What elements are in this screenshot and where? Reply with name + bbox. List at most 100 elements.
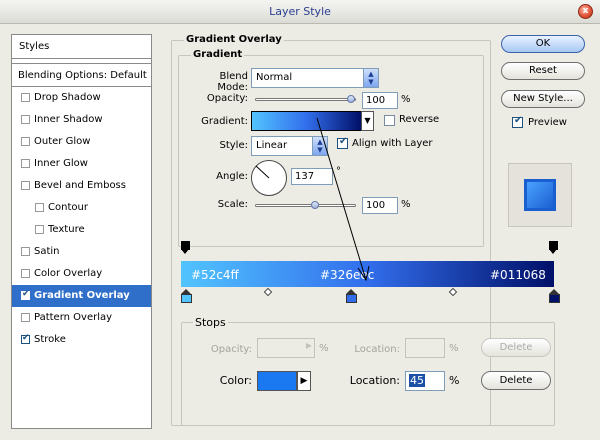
opacity-label: Opacity:: [206, 93, 248, 104]
style-item-outer-glow[interactable]: Outer Glow: [12, 131, 151, 153]
opacity-delete-button[interactable]: Delete: [481, 338, 551, 357]
color-stop-left[interactable]: [181, 289, 192, 303]
style-item-checkbox[interactable]: [21, 93, 30, 102]
preview-checkbox[interactable]: [512, 115, 523, 128]
style-item-texture[interactable]: Texture: [12, 219, 151, 241]
preview-label: Preview: [528, 117, 567, 128]
color-location-value: 45: [409, 374, 425, 387]
stop-location-unit: %: [449, 343, 459, 354]
style-item-color-overlay[interactable]: Color Overlay: [12, 263, 151, 285]
gradient-bar[interactable]: #52c4ff #326eec #011068: [181, 261, 554, 287]
style-item-checkbox[interactable]: [21, 333, 30, 344]
color-location-unit: %: [449, 374, 460, 387]
gradient-swatch[interactable]: [251, 111, 362, 131]
style-item-label: Contour: [48, 202, 88, 213]
style-item-checkbox[interactable]: [21, 159, 30, 168]
angle-unit: °: [336, 166, 341, 177]
opacity-stop-left[interactable]: [181, 241, 190, 254]
style-item-drop-shadow[interactable]: Drop Shadow: [12, 87, 151, 109]
gradient-stop-mid-label: #326eec: [320, 268, 375, 282]
align-with-layer-label: Align with Layer: [352, 138, 433, 149]
color-stop-mid[interactable]: [346, 289, 357, 303]
reverse-checkbox[interactable]: [384, 115, 395, 126]
ok-button[interactable]: OK: [501, 35, 585, 53]
close-icon[interactable]: x: [578, 4, 593, 19]
angle-dial-needle: [255, 165, 270, 179]
stop-opacity-label: Opacity:: [210, 344, 252, 355]
style-item-label: Satin: [34, 246, 60, 257]
style-item-checkbox[interactable]: [21, 313, 30, 322]
color-location-input[interactable]: 45: [405, 371, 445, 391]
gradient-stop-left-label: #52c4ff: [191, 268, 239, 282]
style-preview: [508, 163, 572, 227]
style-item-pattern-overlay[interactable]: Pattern Overlay: [12, 307, 151, 329]
style-item-checkbox[interactable]: [21, 289, 30, 300]
scale-label: Scale:: [217, 199, 248, 210]
angle-label: Angle:: [216, 171, 248, 182]
style-item-checkbox[interactable]: [21, 247, 30, 256]
gradient-label: Gradient:: [201, 116, 248, 127]
title-bar: Layer Style x: [0, 0, 600, 24]
opacity-input[interactable]: 100: [362, 92, 398, 109]
style-item-label: Gradient Overlay: [34, 290, 130, 301]
style-item-label: Color Overlay: [34, 268, 103, 279]
style-item-label: Stroke: [34, 334, 66, 345]
scale-slider-thumb[interactable]: [311, 201, 319, 209]
color-delete-button[interactable]: Delete: [481, 371, 551, 390]
reverse-label: Reverse: [399, 114, 440, 125]
styles-list: Styles Blending Options: Default Drop Sh…: [11, 34, 152, 429]
style-item-inner-glow[interactable]: Inner Glow: [12, 153, 151, 175]
style-item-checkbox[interactable]: [21, 137, 30, 146]
new-style-button[interactable]: New Style...: [501, 90, 585, 108]
dialog-client: Styles Blending Options: Default Drop Sh…: [0, 24, 600, 440]
style-item-checkbox[interactable]: [21, 269, 30, 278]
chevron-down-icon[interactable]: ▼: [361, 111, 374, 131]
style-item-label: Inner Glow: [34, 158, 88, 169]
stops-title: Stops: [193, 316, 228, 329]
blend-mode-value: Normal: [256, 72, 293, 83]
scale-slider-track[interactable]: [255, 204, 356, 207]
color-stop-right[interactable]: [549, 289, 560, 303]
style-item-checkbox[interactable]: [35, 225, 44, 234]
style-item-bevel-and-emboss[interactable]: Bevel and Emboss: [12, 175, 151, 197]
scale-input[interactable]: 100: [362, 197, 398, 214]
stop-location-input[interactable]: [405, 338, 445, 358]
style-select[interactable]: Linear ▲ ▼: [251, 136, 328, 156]
style-value: Linear: [256, 140, 288, 151]
stop-opacity-unit: %: [319, 343, 329, 354]
blending-options-item[interactable]: Blending Options: Default: [12, 63, 151, 87]
style-item-inner-shadow[interactable]: Inner Shadow: [12, 109, 151, 131]
style-item-checkbox[interactable]: [35, 203, 44, 212]
chevron-right-icon: ▶: [305, 341, 312, 350]
chevron-right-icon[interactable]: ▶: [297, 371, 311, 391]
angle-input[interactable]: 137: [291, 168, 333, 185]
stop-color-swatch[interactable]: [257, 371, 297, 391]
scale-unit: %: [401, 199, 411, 210]
blend-mode-label: Blend Mode:: [217, 71, 248, 93]
styles-header[interactable]: Styles: [12, 35, 151, 59]
style-item-stroke[interactable]: Stroke: [12, 329, 151, 351]
style-item-checkbox[interactable]: [21, 115, 30, 124]
style-item-label: Texture: [48, 224, 85, 235]
opacity-stop-right[interactable]: [549, 241, 558, 254]
style-item-label: Pattern Overlay: [34, 312, 113, 323]
style-item-gradient-overlay[interactable]: Gradient Overlay: [12, 285, 151, 307]
preview-thumbnail: [524, 179, 556, 211]
blend-mode-select[interactable]: Normal ▲ ▼: [251, 68, 379, 88]
style-label: Style:: [219, 140, 249, 151]
stop-opacity-input[interactable]: ▶: [257, 338, 315, 358]
reset-button[interactable]: Reset: [501, 62, 585, 80]
style-item-label: Outer Glow: [34, 136, 91, 147]
align-with-layer-checkbox[interactable]: [337, 136, 348, 149]
style-item-label: Drop Shadow: [34, 92, 101, 103]
opacity-slider-thumb[interactable]: [347, 95, 355, 103]
stop-location-label: Location:: [354, 344, 400, 355]
opacity-unit: %: [401, 94, 411, 105]
spinner-arrows-icon: ▲ ▼: [312, 137, 327, 155]
style-item-satin[interactable]: Satin: [12, 241, 151, 263]
style-item-checkbox[interactable]: [21, 181, 30, 190]
opacity-slider-track[interactable]: [255, 98, 356, 101]
angle-dial[interactable]: [251, 160, 287, 196]
style-item-contour[interactable]: Contour: [12, 197, 151, 219]
color-location-label: Location:: [349, 374, 400, 387]
